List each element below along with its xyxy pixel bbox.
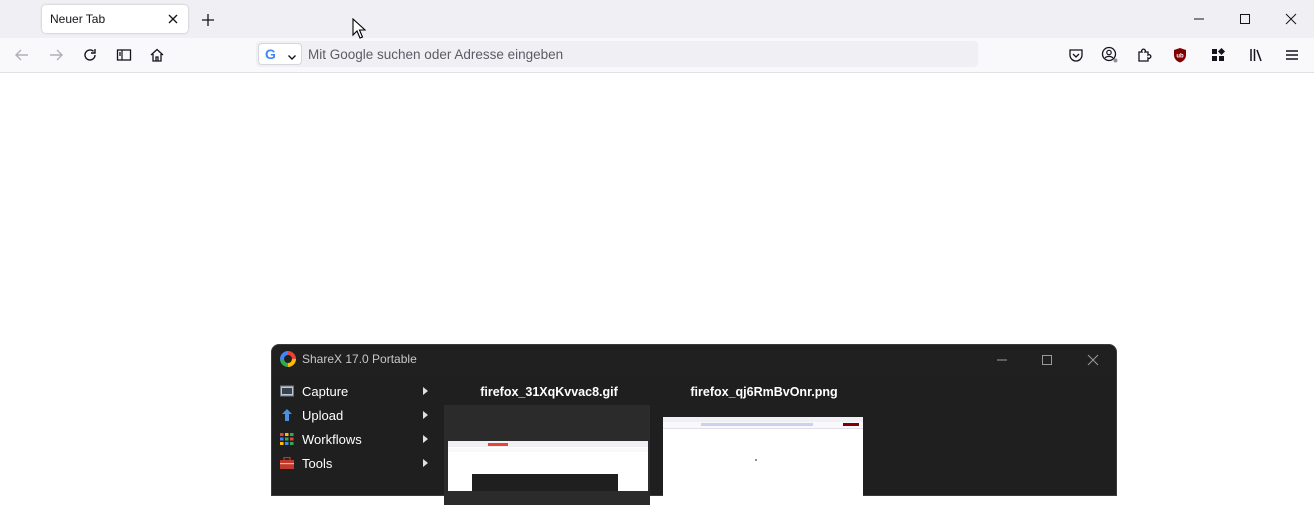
mouse-cursor-icon	[352, 17, 367, 45]
submenu-arrow-icon	[423, 411, 428, 419]
url-input[interactable]	[308, 41, 958, 67]
tools-icon	[280, 456, 294, 470]
reader-view-button[interactable]	[113, 44, 135, 66]
menu-item-label: Tools	[302, 455, 333, 471]
google-icon: G	[265, 46, 276, 62]
menu-item-workflows[interactable]: Workflows	[276, 427, 436, 451]
ublock-origin-icon[interactable]: ub	[1169, 44, 1191, 66]
sharex-window: ShareX 17.0 Portable Capture Upload Work…	[271, 344, 1117, 505]
close-tab-icon[interactable]	[164, 10, 182, 28]
upload-icon	[280, 408, 294, 422]
search-engine-selector[interactable]: G	[258, 43, 302, 65]
chevron-down-icon	[287, 49, 297, 67]
back-button[interactable]	[11, 44, 33, 66]
workflows-icon	[280, 432, 294, 446]
sharex-title-bar[interactable]: ShareX 17.0 Portable	[272, 345, 1116, 375]
file-name: firefox_31XqKvvac8.gif	[480, 385, 618, 399]
submenu-arrow-icon	[423, 387, 428, 395]
extensions-icon[interactable]	[1133, 44, 1155, 66]
thumbnail-image	[663, 417, 863, 497]
svg-text:ub: ub	[1176, 54, 1184, 60]
menu-item-tools[interactable]: Tools	[276, 451, 436, 475]
minimize-button[interactable]	[1187, 8, 1211, 30]
apps-grid-icon[interactable]	[1207, 44, 1229, 66]
pocket-icon[interactable]	[1065, 44, 1087, 66]
capture-icon	[280, 384, 294, 398]
sharex-logo-icon	[280, 351, 296, 367]
maximize-button[interactable]	[1233, 8, 1257, 30]
tab-new-tab[interactable]: Neuer Tab	[42, 5, 188, 33]
home-button[interactable]	[146, 44, 168, 66]
menu-item-label: Upload	[302, 407, 344, 423]
sharex-main-menu: Capture Upload Workflows Tools	[276, 379, 436, 475]
submenu-arrow-icon	[423, 459, 428, 467]
new-tab-button[interactable]	[198, 10, 218, 30]
sharex-maximize-button[interactable]	[1036, 349, 1058, 371]
sharex-close-button[interactable]	[1082, 349, 1104, 371]
thumbnail-image	[448, 441, 648, 491]
library-icon[interactable]	[1245, 44, 1267, 66]
tab-bar: Neuer Tab	[0, 0, 1314, 38]
account-icon[interactable]	[1099, 44, 1121, 66]
file-name: firefox_qj6RmBvOnr.png	[690, 385, 838, 399]
menu-item-upload[interactable]: Upload	[276, 403, 436, 427]
menu-item-capture[interactable]: Capture	[276, 379, 436, 403]
reload-button[interactable]	[79, 44, 101, 66]
menu-item-label: Workflows	[302, 431, 362, 447]
hamburger-menu-icon[interactable]	[1281, 44, 1303, 66]
menu-item-label: Capture	[302, 383, 349, 399]
submenu-arrow-icon	[423, 435, 428, 443]
close-window-button[interactable]	[1279, 8, 1303, 30]
navigation-toolbar: G ub	[0, 38, 1314, 73]
tab-title: Neuer Tab	[50, 12, 106, 26]
sharex-window-title: ShareX 17.0 Portable	[302, 352, 417, 366]
forward-button[interactable]	[45, 44, 67, 66]
sharex-minimize-button[interactable]	[991, 349, 1013, 371]
